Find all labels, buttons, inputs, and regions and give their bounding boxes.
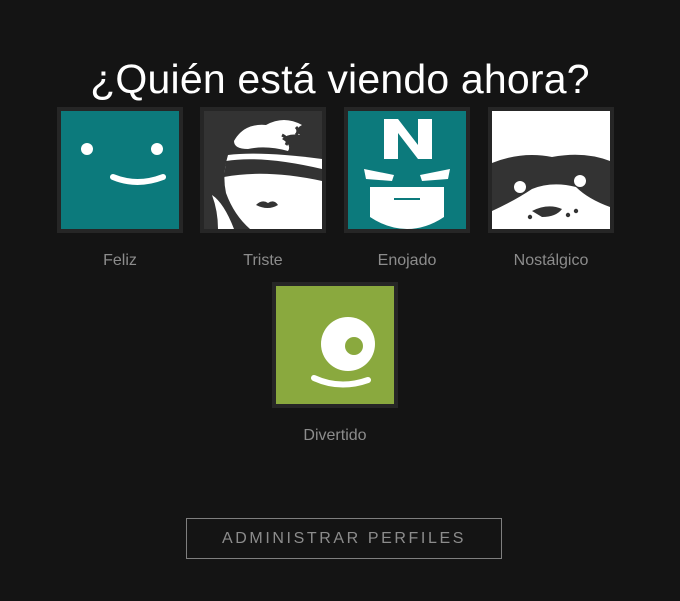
- smile-face-icon: [61, 111, 179, 229]
- profile-name: Triste: [243, 252, 283, 269]
- profile-triste[interactable]: Triste: [200, 107, 326, 271]
- profile-divertido[interactable]: Divertido: [272, 282, 398, 446]
- profile-name: Nostálgico: [513, 252, 589, 269]
- profile-avatar[interactable]: [344, 107, 470, 233]
- profile-name: Feliz: [103, 252, 137, 269]
- profile-feliz[interactable]: Feliz: [57, 107, 183, 271]
- page-title: ¿Quién está viendo ahora?: [90, 56, 590, 103]
- sad-face-icon: [204, 111, 322, 229]
- profile-name: Enojado: [377, 252, 437, 269]
- angry-face-icon: [348, 111, 466, 229]
- masked-face-icon: [492, 111, 610, 229]
- profile-enojado[interactable]: Enojado: [344, 107, 470, 271]
- manage-profiles-button[interactable]: ADMINISTRAR PERFILES: [186, 518, 502, 559]
- profile-avatar[interactable]: [488, 107, 614, 233]
- profile-avatar[interactable]: [272, 282, 398, 408]
- winking-face-icon: [276, 286, 394, 404]
- profile-name: Divertido: [303, 427, 367, 444]
- profile-avatar[interactable]: [57, 107, 183, 233]
- profile-nostalgico[interactable]: Nostálgico: [488, 107, 614, 271]
- profile-avatar[interactable]: [200, 107, 326, 233]
